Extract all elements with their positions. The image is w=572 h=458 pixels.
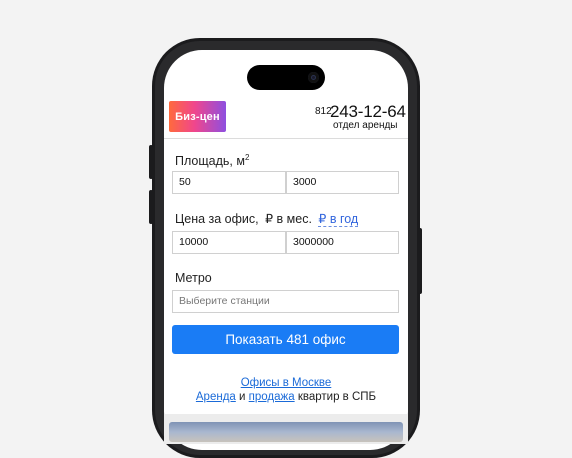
site-logo[interactable]: Биз-цен [169,101,226,132]
footer-spb-line: Аренда и продажа квартир в СПБ [164,391,408,403]
price-to-input[interactable]: 3000000 [286,231,399,254]
listing-photo[interactable] [169,422,403,442]
sale-link[interactable]: продажа [249,391,295,403]
area-label-sup: 2 [244,153,250,162]
phone-side-button [418,228,422,294]
phone-caption: отдел аренды [333,120,398,131]
phone-side-button [149,190,153,224]
price-unit-month[interactable]: ₽ в мес. [265,212,312,226]
header-divider [164,138,408,139]
area-from-input[interactable]: 50 [172,171,286,194]
footer-and-text: и [239,391,246,403]
area-label: Площадь, м2 [175,153,249,168]
footer-moscow-line: Офисы в Москве [164,377,408,389]
price-unit-year-link[interactable]: ₽ в год [318,212,359,227]
show-offices-button[interactable]: Показать 481 офис [172,325,399,354]
area-label-text: Площадь, м [175,154,245,169]
price-label-text: Цена за офис, [175,212,259,226]
camera-icon [308,72,319,83]
phone-number-link[interactable]: 243-12-64 [330,102,406,122]
moscow-offices-link[interactable]: Офисы в Москве [241,377,332,389]
phone-side-button [149,145,153,179]
rent-link[interactable]: Аренда [196,391,236,403]
metro-select[interactable]: Выберите станции [172,290,399,313]
area-to-input[interactable]: 3000 [286,171,399,194]
metro-label: Метро [175,271,212,285]
price-from-input[interactable]: 10000 [172,231,286,254]
price-label: Цена за офис, ₽ в мес. ₽ в год [175,211,359,227]
footer-tail-text: квартир в СПБ [297,391,377,403]
